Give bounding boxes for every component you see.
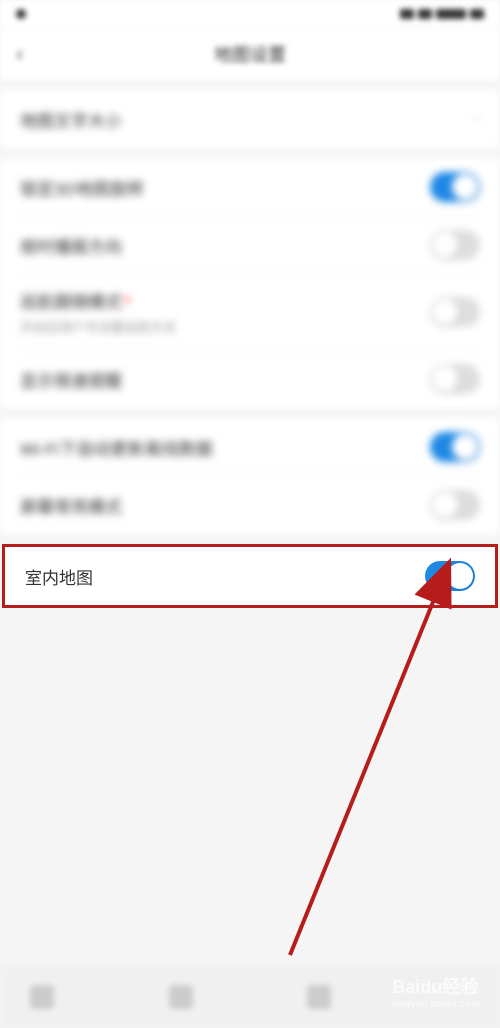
chevron-right-icon: ›: [475, 110, 480, 128]
settings-group-1: 地图文字大小 ›: [0, 90, 500, 148]
status-bar: [0, 0, 500, 28]
red-star-icon: *: [124, 293, 131, 312]
row-traffic[interactable]: 按时播报方向: [0, 216, 500, 274]
camera-dot: [16, 9, 26, 19]
row-screen-on[interactable]: 屏幕常亮模式: [0, 476, 500, 534]
watermark-brand: Baidu经验: [392, 977, 478, 997]
page-title: 地图设置: [214, 41, 286, 67]
page-header: ‹ 地图设置: [0, 28, 500, 80]
toggle-screen-on[interactable]: [430, 490, 480, 520]
row-label: 锁定3D地图旋转: [20, 175, 144, 200]
watermark-url: jingyan.baidu.com: [392, 999, 480, 1010]
toggle-show-speed[interactable]: [430, 364, 480, 394]
toggle-indoor-map[interactable]: [425, 561, 475, 591]
back-button[interactable]: ‹: [16, 41, 23, 67]
row-label: 地图文字大小: [20, 107, 122, 132]
row-left: 巡航跟随模式* 开启后用户可设置巡航方式: [20, 288, 176, 336]
nav-icon-1[interactable]: [30, 985, 54, 1009]
annotation-arrow: [260, 545, 480, 965]
row-show-speed[interactable]: 显示限速提醒: [0, 350, 500, 408]
nav-icon-2[interactable]: [169, 985, 193, 1009]
row-sublabel: 开启后用户可设置巡航方式: [20, 317, 176, 336]
row-label: 显示限速提醒: [20, 367, 122, 392]
nav-icon-3[interactable]: [307, 985, 331, 1009]
row-text-size[interactable]: 地图文字大小 ›: [0, 90, 500, 148]
row-label: 按时播报方向: [20, 233, 122, 258]
row-follow-mode[interactable]: 巡航跟随模式* 开启后用户可设置巡航方式: [0, 274, 500, 350]
toggle-follow-mode[interactable]: [430, 297, 480, 327]
toggle-lock-3d[interactable]: [430, 172, 480, 202]
toggle-wifi-update[interactable]: [430, 432, 480, 462]
row-label: 巡航跟随模式*: [20, 288, 176, 313]
highlighted-row: 室内地图: [2, 544, 498, 608]
settings-group-2: 锁定3D地图旋转 按时播报方向 巡航跟随模式* 开启后用户可设置巡航方式 显示限…: [0, 158, 500, 408]
row-wifi-update[interactable]: Wi-Fi下自动更新离线数据: [0, 418, 500, 476]
toggle-traffic[interactable]: [430, 230, 480, 260]
row-label: 屏幕常亮模式: [20, 493, 122, 518]
settings-group-3: Wi-Fi下自动更新离线数据 屏幕常亮模式: [0, 418, 500, 534]
row-label: 室内地图: [25, 564, 93, 589]
row-indoor-map[interactable]: 室内地图: [5, 547, 495, 605]
watermark: Baidu经验 jingyan.baidu.com: [392, 973, 480, 1010]
row-label: Wi-Fi下自动更新离线数据: [20, 435, 213, 460]
status-indicators: [400, 9, 484, 19]
row-lock-3d[interactable]: 锁定3D地图旋转: [0, 158, 500, 216]
